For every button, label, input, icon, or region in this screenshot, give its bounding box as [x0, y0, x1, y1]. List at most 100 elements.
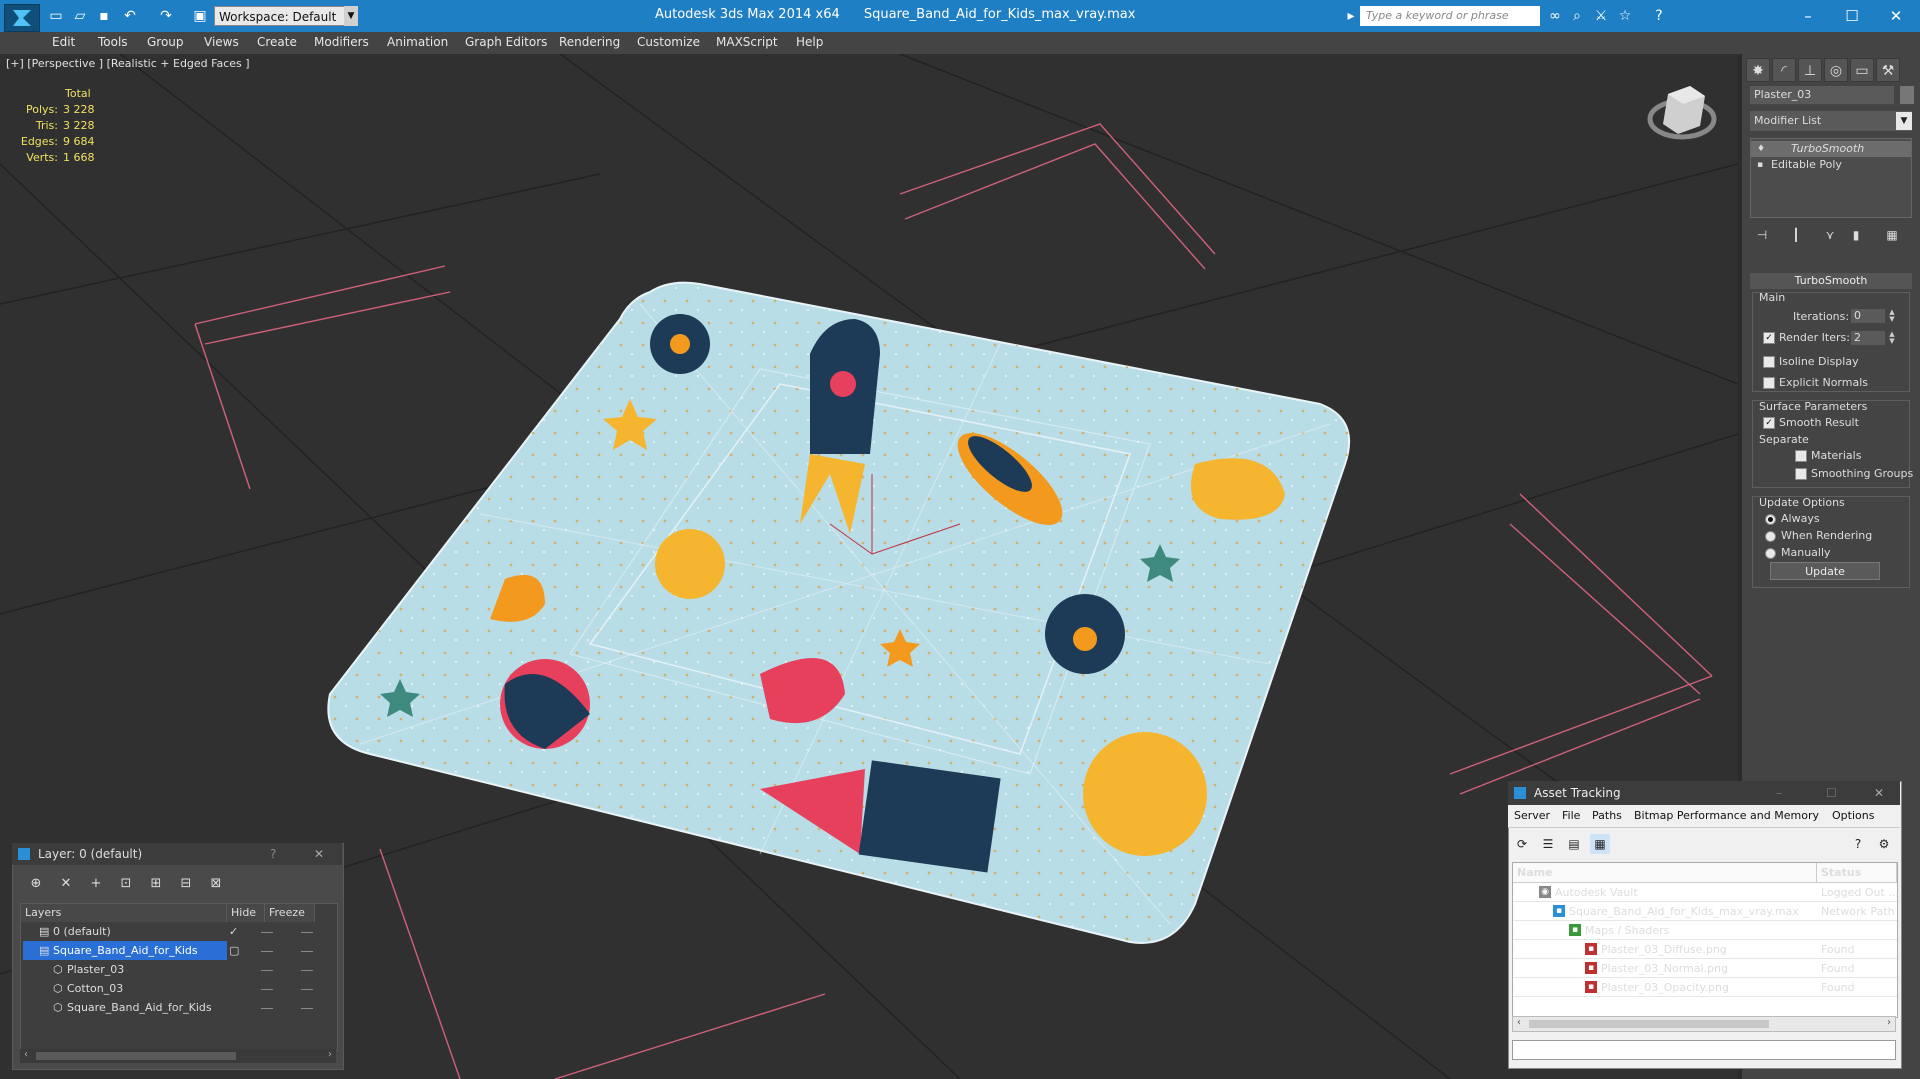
create-layer-icon[interactable]: ⊕ [26, 874, 46, 894]
menu-customize[interactable]: Customize [637, 35, 700, 49]
layer-row[interactable]: ⬡ Cotton_03 [21, 979, 337, 998]
close-icon[interactable]: ✕ [1874, 0, 1918, 32]
horizontal-scrollbar[interactable]: ‹ › [20, 1049, 336, 1063]
scroll-left-icon[interactable]: ‹ [24, 1049, 28, 1060]
horizontal-scrollbar[interactable]: ‹ › [1512, 1016, 1896, 1032]
table-row[interactable]: ◉ Autodesk Vault Logged Out ... [1513, 883, 1899, 902]
show-end-result-icon[interactable]: ┃ [1786, 226, 1806, 244]
search-input[interactable]: Type a keyword or phrase [1360, 6, 1540, 26]
menu-server[interactable]: Server [1514, 809, 1550, 822]
menu-maxscript[interactable]: MAXScript [716, 35, 778, 49]
motion-tab-icon[interactable]: ◎ [1824, 58, 1848, 82]
spinner-arrows-icon[interactable]: ▲ ▼ [1887, 309, 1897, 323]
asset-tracking-titlebar[interactable]: Asset Tracking – ☐ ✕ [1508, 781, 1900, 805]
menu-graph-editors[interactable]: Graph Editors [465, 35, 547, 49]
chevron-down-icon[interactable]: ▼ [1896, 112, 1912, 130]
column-header-hide[interactable]: Hide [227, 904, 265, 922]
view-cube[interactable] [1647, 86, 1717, 140]
close-icon[interactable]: ✕ [1874, 781, 1884, 805]
table-row[interactable]: ▪ Plaster_03_Normal.png Found [1513, 959, 1897, 978]
table-row[interactable]: ▪ Maps / Shaders [1513, 921, 1897, 940]
stack-item-turbosmooth[interactable]: ♦ TurboSmooth [1751, 141, 1911, 157]
utilities-tab-icon[interactable]: ⚒ [1876, 58, 1900, 82]
display-tab-icon[interactable]: ▭ [1850, 58, 1874, 82]
update-button[interactable]: Update [1770, 562, 1880, 580]
menu-views[interactable]: Views [204, 35, 239, 49]
chevron-down-icon[interactable]: ▼ [344, 6, 358, 26]
hierarchy-tab-icon[interactable]: ⊥ [1798, 58, 1822, 82]
scroll-thumb[interactable] [36, 1052, 236, 1060]
table-view-icon[interactable]: ▦ [1590, 834, 1610, 854]
minimize-icon[interactable]: – [1786, 0, 1830, 32]
manually-radio[interactable] [1765, 548, 1776, 559]
new-file-icon[interactable]: ▭ [46, 6, 66, 26]
pin-stack-icon[interactable]: ⊣ [1752, 226, 1772, 244]
lightbulb-icon[interactable]: ♦ [1757, 141, 1767, 157]
freeze-toggle[interactable] [301, 970, 313, 971]
play-arrow-icon[interactable]: ▸ [1342, 7, 1360, 25]
always-radio[interactable] [1765, 514, 1776, 525]
help-icon[interactable]: ? [1848, 834, 1868, 854]
column-header-freeze[interactable]: Freeze [265, 904, 315, 922]
hide-toggle[interactable] [261, 951, 273, 952]
menu-options[interactable]: Options [1832, 809, 1874, 822]
set-current-icon[interactable]: ▢ [229, 941, 239, 960]
table-row[interactable]: ▪ Plaster_03_Opacity.png Found [1513, 978, 1897, 997]
stack-item-editable-poly[interactable]: ▪ Editable Poly [1751, 157, 1911, 173]
minimize-icon[interactable]: – [1776, 781, 1782, 805]
make-unique-icon[interactable]: ⋎ [1820, 226, 1840, 244]
freeze-toggle[interactable] [301, 932, 313, 933]
materials-checkbox[interactable] [1795, 450, 1807, 462]
column-header-status[interactable]: Status [1817, 863, 1897, 883]
render-iters-checkbox[interactable]: ✓ [1763, 332, 1775, 344]
freeze-toggle[interactable] [301, 989, 313, 990]
object-name-field[interactable]: Plaster_03 [1750, 86, 1894, 104]
menu-create[interactable]: Create [257, 35, 297, 49]
save-icon[interactable]: ▪ [94, 6, 114, 26]
refresh-icon[interactable]: ⟳ [1512, 834, 1532, 854]
modify-tab-icon[interactable]: ◜ [1772, 58, 1796, 82]
hide-toggle[interactable] [261, 1008, 273, 1009]
modifier-list-dropdown[interactable]: Modifier List [1750, 111, 1912, 131]
expand-icon[interactable]: ▪ [1757, 157, 1767, 173]
menu-bitmap-performance[interactable]: Bitmap Performance and Memory [1634, 809, 1819, 822]
menu-file[interactable]: File [1562, 809, 1580, 822]
create-tab-icon[interactable]: ✸ [1746, 58, 1770, 82]
hide-toggle[interactable] [261, 932, 273, 933]
help-icon[interactable]: ? [1650, 7, 1668, 25]
settings-icon[interactable]: ⚙ [1874, 834, 1894, 854]
thumbnail-view-icon[interactable]: ▤ [1564, 834, 1584, 854]
search-icon[interactable]: ⌕ [1568, 7, 1586, 25]
layer-row[interactable]: ⬡ Plaster_03 [21, 960, 337, 979]
favorites-star-icon[interactable]: ☆ [1616, 7, 1634, 25]
maximize-icon[interactable]: ☐ [1830, 0, 1874, 32]
communication-icon[interactable]: ⚔ [1592, 7, 1610, 25]
freeze-all-icon[interactable]: ⊠ [206, 874, 226, 894]
hide-all-icon[interactable]: ⊟ [176, 874, 196, 894]
hide-toggle[interactable] [261, 970, 273, 971]
freeze-toggle[interactable] [301, 951, 313, 952]
menu-animation[interactable]: Animation [387, 35, 448, 49]
help-icon[interactable]: ? [270, 843, 276, 865]
scroll-left-icon[interactable]: ‹ [1517, 1017, 1521, 1028]
remove-modifier-icon[interactable]: ▮ [1846, 226, 1866, 244]
iterations-spinner[interactable]: 0 [1851, 309, 1885, 323]
select-objects-icon[interactable]: ⊡ [116, 874, 136, 894]
when-rendering-radio[interactable] [1765, 531, 1776, 542]
smooth-result-checkbox[interactable]: ✓ [1763, 417, 1775, 429]
table-row[interactable]: ▪ Plaster_03_Diffuse.png Found [1513, 940, 1897, 959]
band-aid-model[interactable] [327, 281, 1351, 944]
spinner-arrows-icon[interactable]: ▲ ▼ [1887, 331, 1897, 345]
highlight-layer-icon[interactable]: ⊞ [146, 874, 166, 894]
hide-toggle[interactable] [261, 989, 273, 990]
redo-icon[interactable]: ↷ [156, 6, 176, 26]
object-color-swatch[interactable] [1900, 86, 1914, 104]
menu-modifiers[interactable]: Modifiers [314, 35, 369, 49]
delete-layer-icon[interactable]: ✕ [56, 874, 76, 894]
layer-panel-titlebar[interactable]: Layer: 0 (default) ? ✕ [12, 843, 342, 865]
scroll-thumb[interactable] [1529, 1020, 1769, 1028]
menu-paths[interactable]: Paths [1592, 809, 1622, 822]
layer-row-selected[interactable]: ▤ Square_Band_Aid_for_Kids ▢ [21, 941, 337, 960]
workspace-dropdown[interactable]: Workspace: Default [214, 6, 352, 26]
isoline-display-checkbox[interactable] [1763, 356, 1775, 368]
